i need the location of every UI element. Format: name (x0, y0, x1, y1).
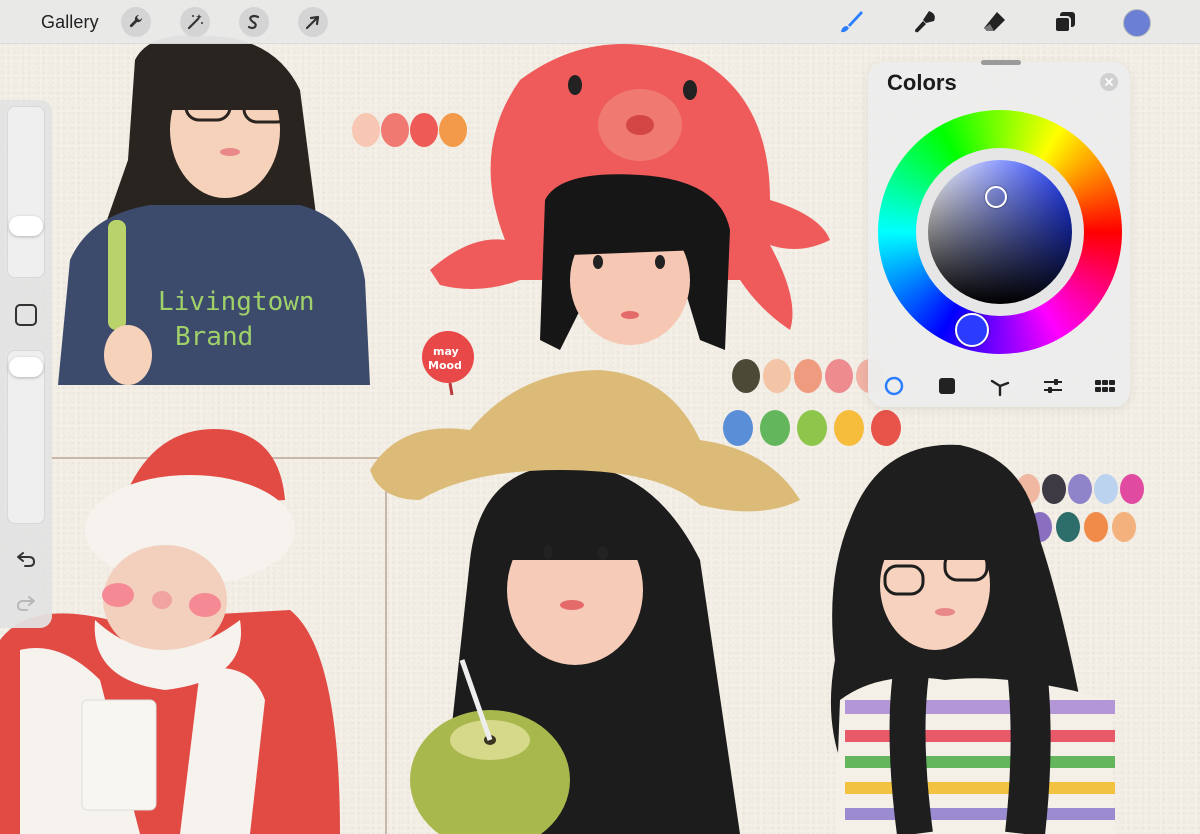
current-color-button[interactable] (1123, 9, 1151, 37)
color-mode-tabs (882, 374, 1118, 398)
shirt-text-line1: Livingtown (158, 287, 315, 317)
swatch (825, 359, 853, 393)
eraser-icon (984, 12, 1005, 31)
tab-harmony[interactable] (988, 374, 1012, 398)
tab-value[interactable] (1041, 374, 1065, 398)
panel-grabber[interactable] (981, 60, 1021, 65)
square-mode-icon (939, 378, 955, 394)
redo-icon (17, 596, 35, 611)
badge-text-line2: Mood (428, 359, 462, 372)
eraser-tool-button[interactable] (980, 7, 1010, 37)
panel-close-button[interactable] (1100, 73, 1118, 91)
swatch (1120, 474, 1144, 504)
girl-glasses-sweater: Livingtown Brand (58, 35, 370, 385)
smudge-tool-button[interactable] (910, 7, 940, 37)
top-toolbar: Gallery (0, 0, 1200, 44)
swatch (439, 113, 467, 147)
swatch (871, 410, 901, 446)
redo-button[interactable] (14, 590, 38, 614)
hue-knob[interactable] (955, 313, 989, 347)
swatch (760, 410, 790, 446)
brush-size-slider[interactable] (7, 106, 45, 278)
swatch (794, 359, 822, 393)
magic-wand-icon (187, 14, 203, 30)
selection-button[interactable] (239, 7, 269, 37)
smudge-icon (915, 11, 935, 33)
swatch (732, 359, 760, 393)
swatches-right-row2 (1028, 512, 1136, 542)
close-icon (1105, 78, 1113, 86)
swatch (834, 410, 864, 446)
swatch (1094, 474, 1118, 504)
harmony-mode-icon (990, 379, 1010, 397)
brush-size-handle[interactable] (9, 216, 43, 236)
gallery-button[interactable]: Gallery (41, 12, 99, 33)
hue-ring[interactable] (878, 110, 1122, 354)
saturation-brightness-disc[interactable] (928, 160, 1072, 304)
swatch (1084, 512, 1108, 542)
swatch (1042, 474, 1066, 504)
maymood-badge: may Mood (422, 331, 474, 396)
tab-classic[interactable] (935, 374, 959, 398)
swatch (763, 359, 791, 393)
undo-button[interactable] (14, 546, 38, 570)
layers-icon (1054, 12, 1075, 33)
undo-icon (17, 552, 35, 567)
adjustments-button[interactable] (180, 7, 210, 37)
layers-button[interactable] (1050, 7, 1080, 37)
brush-icon (841, 11, 863, 33)
swatches-right-row1 (1016, 474, 1144, 504)
saturation-knob[interactable] (985, 186, 1007, 208)
swatches-top (352, 113, 467, 147)
swatch (723, 410, 753, 446)
disc-mode-icon (884, 376, 904, 396)
arrow-cursor-icon (305, 15, 320, 30)
swatch (410, 113, 438, 147)
panel-title: Colors (887, 70, 957, 95)
swatches-middle-row2 (723, 410, 901, 446)
brush-tool-button[interactable] (836, 7, 866, 37)
badge-text-line1: may (433, 345, 459, 358)
colors-panel: Colors (868, 60, 1130, 407)
wrench-icon (129, 14, 143, 28)
selection-s-icon (247, 14, 260, 30)
left-sidebar (0, 100, 52, 628)
swatches-middle-row1 (732, 359, 884, 393)
modify-button[interactable] (15, 304, 37, 326)
shirt-text-line2: Brand (175, 322, 253, 352)
swatch (1112, 512, 1136, 542)
swatch (352, 113, 380, 147)
sliders-mode-icon (1044, 379, 1062, 393)
opacity-handle[interactable] (9, 357, 43, 377)
opacity-slider[interactable] (7, 350, 45, 524)
grid-mode-icon (1095, 380, 1115, 392)
girl-curly-hair (830, 444, 1115, 834)
swatch (1056, 512, 1080, 542)
swatch (381, 113, 409, 147)
tab-palettes[interactable] (1093, 374, 1117, 398)
girl-octopus-hat (430, 44, 830, 350)
tab-disc[interactable] (882, 374, 906, 398)
swatch (797, 410, 827, 446)
transform-button[interactable] (298, 7, 328, 37)
actions-button[interactable] (121, 7, 151, 37)
swatch (1068, 474, 1092, 504)
